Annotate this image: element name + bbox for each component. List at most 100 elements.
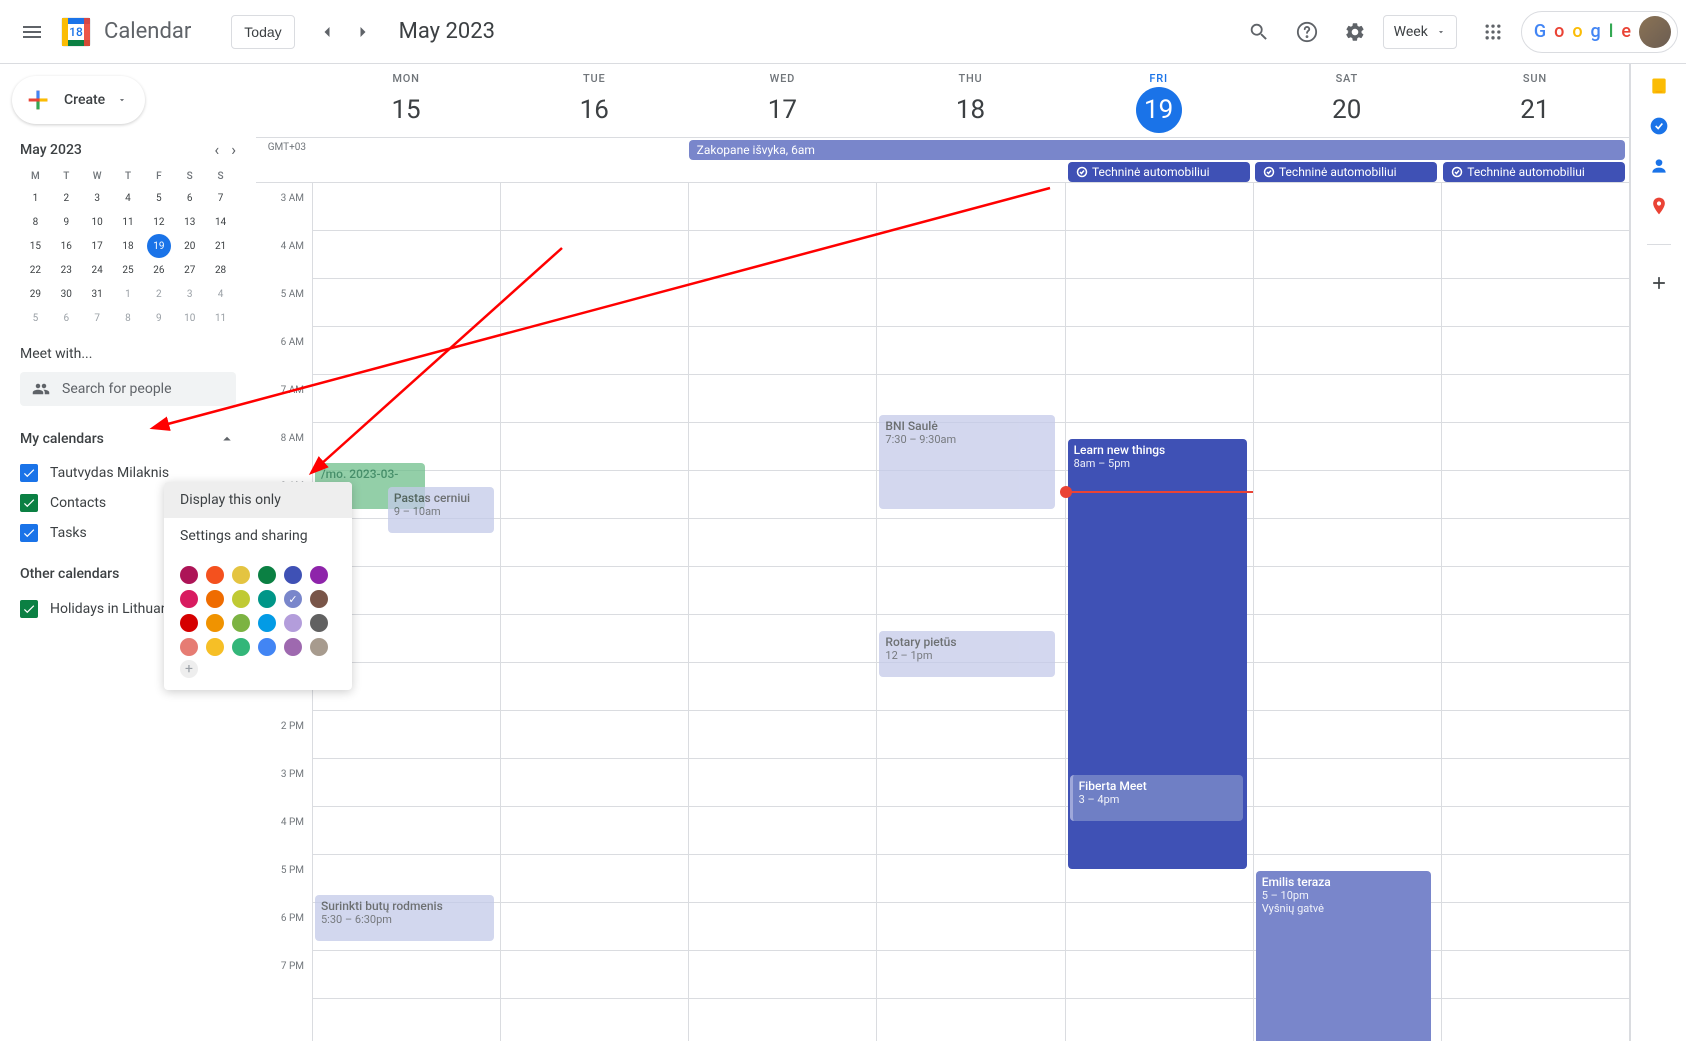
keep-icon[interactable] — [1649, 76, 1669, 96]
color-swatch[interactable] — [258, 614, 276, 632]
color-swatch[interactable] — [180, 566, 198, 584]
mini-day[interactable]: 8 — [116, 306, 140, 330]
prev-week-button[interactable] — [311, 16, 343, 48]
mini-day[interactable]: 2 — [54, 186, 78, 210]
day-header[interactable]: FRI19 — [1065, 64, 1253, 137]
mini-day[interactable]: 5 — [147, 186, 171, 210]
mini-day[interactable]: 11 — [209, 306, 233, 330]
color-swatch[interactable] — [180, 638, 198, 656]
day-column[interactable]: Learn new things8am – 5pmFiberta Meet3 –… — [1065, 183, 1253, 1041]
create-button[interactable]: Create — [12, 76, 145, 124]
calendar-checkbox[interactable] — [20, 494, 38, 512]
color-swatch[interactable] — [232, 590, 250, 608]
mini-day[interactable]: 10 — [178, 306, 202, 330]
mini-prev-button[interactable]: ‹ — [214, 140, 219, 159]
allday-event-zakopane[interactable]: Zakopane išvyka, 6am — [689, 140, 1625, 160]
day-column[interactable] — [1441, 183, 1629, 1041]
search-people-input[interactable]: Search for people — [20, 372, 236, 406]
search-icon[interactable] — [1239, 12, 1279, 52]
mini-day[interactable]: 1 — [116, 282, 140, 306]
mini-day[interactable]: 21 — [209, 234, 233, 258]
color-swatch[interactable] — [310, 614, 328, 632]
event[interactable]: Emilis teraza5 – 10pmVyšnių gatvė — [1256, 871, 1431, 1041]
main-menu-button[interactable] — [8, 8, 56, 56]
mini-day[interactable]: 6 — [54, 306, 78, 330]
mini-day[interactable]: 3 — [85, 186, 109, 210]
mini-next-button[interactable]: › — [231, 140, 236, 159]
add-addon-icon[interactable] — [1649, 273, 1669, 293]
my-calendars-toggle[interactable]: My calendars — [20, 430, 236, 448]
day-column[interactable] — [500, 183, 688, 1041]
color-swatch[interactable] — [232, 638, 250, 656]
day-header[interactable]: SUN21 — [1441, 64, 1629, 137]
color-swatch[interactable] — [206, 638, 224, 656]
mini-day[interactable]: 29 — [23, 282, 47, 306]
mini-day[interactable]: 28 — [209, 258, 233, 282]
mini-day[interactable]: 8 — [23, 210, 47, 234]
add-custom-color-button[interactable]: + — [180, 660, 198, 678]
color-swatch[interactable] — [258, 638, 276, 656]
mini-day[interactable]: 7 — [85, 306, 109, 330]
day-header[interactable]: WED17 — [688, 64, 876, 137]
today-button[interactable]: Today — [231, 15, 294, 49]
mini-day[interactable]: 9 — [54, 210, 78, 234]
mini-day[interactable]: 4 — [116, 186, 140, 210]
day-column[interactable]: Emilis teraza5 – 10pmVyšnių gatvė — [1253, 183, 1441, 1041]
mini-day[interactable]: 2 — [147, 282, 171, 306]
event[interactable]: Surinkti butų rodmenis5:30 – 6:30pm — [315, 895, 494, 941]
allday-task-tech-fri[interactable]: Techninė automobiliui — [1068, 162, 1250, 182]
mini-day[interactable]: 19 — [147, 234, 171, 258]
view-selector[interactable]: Week — [1383, 15, 1457, 49]
mini-day[interactable]: 7 — [209, 186, 233, 210]
settings-icon[interactable] — [1335, 12, 1375, 52]
mini-day[interactable]: 31 — [85, 282, 109, 306]
display-this-only-item[interactable]: Display this only — [164, 482, 352, 518]
event[interactable]: Rotary pietūs12 – 1pm — [879, 631, 1054, 677]
mini-day[interactable]: 5 — [23, 306, 47, 330]
mini-day[interactable]: 1 — [23, 186, 47, 210]
event[interactable]: Pastas cerniui9 – 10am — [388, 487, 494, 533]
color-swatch[interactable] — [258, 590, 276, 608]
mini-day[interactable]: 24 — [85, 258, 109, 282]
color-swatch[interactable] — [310, 638, 328, 656]
event[interactable]: BNI Saulė7:30 – 9:30am — [879, 415, 1054, 509]
allday-task-tech-sun[interactable]: Techninė automobiliui — [1443, 162, 1625, 182]
mini-day[interactable]: 26 — [147, 258, 171, 282]
mini-day[interactable]: 6 — [178, 186, 202, 210]
color-swatch[interactable] — [206, 566, 224, 584]
contacts-icon[interactable] — [1649, 156, 1669, 176]
color-swatch[interactable] — [310, 566, 328, 584]
mini-day[interactable]: 10 — [85, 210, 109, 234]
calendar-checkbox[interactable] — [20, 600, 38, 618]
day-header[interactable]: THU18 — [876, 64, 1064, 137]
color-swatch[interactable] — [206, 614, 224, 632]
settings-and-sharing-item[interactable]: Settings and sharing — [164, 518, 352, 554]
color-swatch[interactable] — [284, 566, 302, 584]
apps-icon[interactable] — [1473, 12, 1513, 52]
mini-day[interactable]: 22 — [23, 258, 47, 282]
day-header[interactable]: TUE16 — [500, 64, 688, 137]
help-icon[interactable] — [1287, 12, 1327, 52]
mini-day[interactable]: 18 — [116, 234, 140, 258]
day-header[interactable]: MON15 — [312, 64, 500, 137]
color-swatch[interactable] — [232, 566, 250, 584]
mini-day[interactable]: 27 — [178, 258, 202, 282]
color-swatch[interactable] — [284, 590, 302, 608]
mini-day[interactable]: 20 — [178, 234, 202, 258]
color-swatch[interactable] — [310, 590, 328, 608]
event[interactable]: Fiberta Meet3 – 4pm — [1070, 775, 1243, 821]
color-swatch[interactable] — [180, 590, 198, 608]
mini-day[interactable]: 12 — [147, 210, 171, 234]
mini-day[interactable]: 30 — [54, 282, 78, 306]
color-swatch[interactable] — [284, 638, 302, 656]
mini-day[interactable]: 9 — [147, 306, 171, 330]
color-swatch[interactable] — [258, 566, 276, 584]
mini-day[interactable]: 3 — [178, 282, 202, 306]
mini-day[interactable]: 15 — [23, 234, 47, 258]
maps-icon[interactable] — [1649, 196, 1669, 216]
mini-day[interactable]: 11 — [116, 210, 140, 234]
color-swatch[interactable] — [232, 614, 250, 632]
calendar-checkbox[interactable] — [20, 464, 38, 482]
day-column[interactable] — [688, 183, 876, 1041]
google-account-button[interactable]: Google — [1521, 11, 1678, 53]
